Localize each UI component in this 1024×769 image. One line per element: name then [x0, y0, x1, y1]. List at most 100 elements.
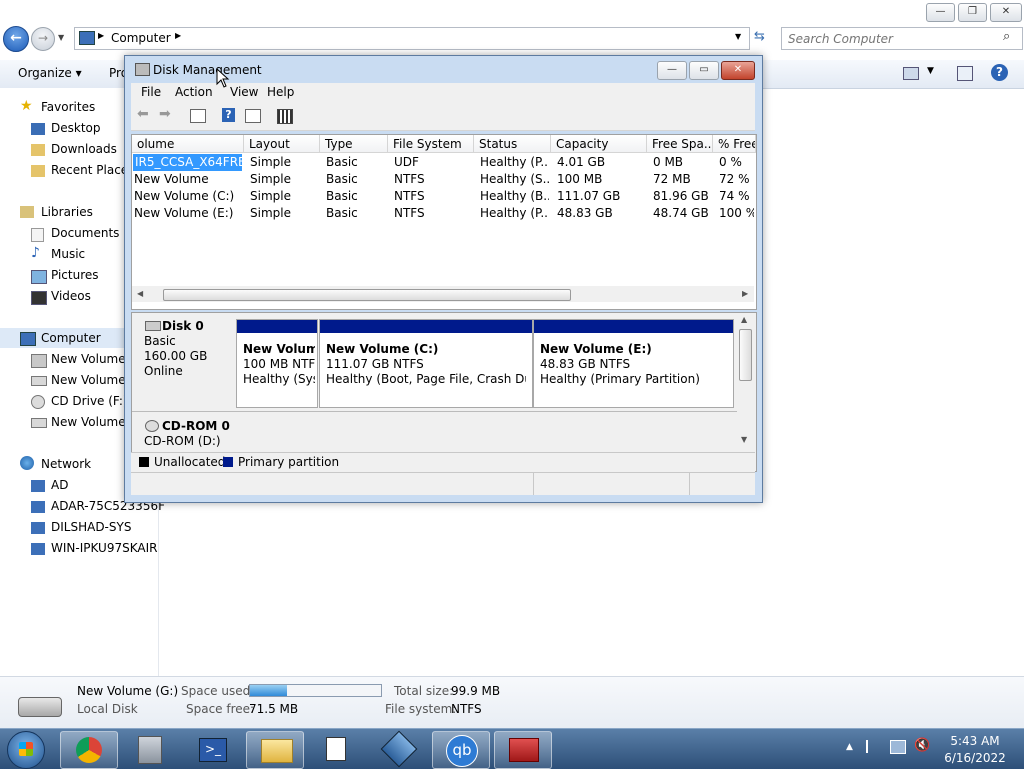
partition-status: Healthy (Primary Partition) — [540, 372, 700, 386]
help-icon[interactable]: ? — [222, 108, 235, 122]
taskbar-server-manager[interactable] — [122, 731, 178, 767]
nav-libraries[interactable]: Libraries — [41, 205, 93, 219]
nav-recent-places[interactable]: Recent Places — [51, 163, 134, 177]
volume-muted-icon[interactable]: 🔇 — [914, 738, 930, 753]
horizontal-scroll-thumb[interactable] — [163, 289, 571, 301]
table-row[interactable]: IR5_CCSA_X64FRE... Simple Basic UDF Healthy … — [132, 154, 754, 171]
start-button[interactable] — [7, 731, 45, 769]
recent-pages-dropdown[interactable]: ▼ — [58, 33, 64, 42]
table-row[interactable]: New Volume Simple Basic NTFS Healthy (S... 10… — [132, 171, 754, 188]
disk-management-window[interactable]: Disk Management — ▭ ✕ File Action View H… — [124, 55, 763, 503]
help-icon[interactable]: ? — [991, 64, 1008, 81]
show-hidden-icons[interactable]: ▲ — [846, 742, 853, 752]
document-icon — [326, 737, 346, 761]
view-dropdown[interactable]: ▼ — [927, 66, 934, 76]
breadcrumb-arrow-icon[interactable]: ▶ — [98, 31, 104, 40]
show-hide-console-tree-icon[interactable] — [190, 109, 206, 123]
maximize-button[interactable]: ❐ — [958, 3, 987, 22]
col-volume[interactable]: olume — [132, 135, 244, 153]
space-free-label: Space free: — [186, 702, 255, 716]
nav-network[interactable]: Network — [41, 457, 91, 471]
nav-videos[interactable]: Videos — [51, 289, 91, 303]
taskbar-powershell[interactable]: >_ — [184, 731, 240, 767]
table-cell: 48.83 GB — [557, 206, 613, 220]
address-dropdown[interactable]: ▼ — [735, 32, 741, 41]
search-icon[interactable]: ⌕ — [1003, 29, 1010, 44]
partition-system-reserved[interactable]: New Volume 100 MB NTFS Healthy (Syst — [236, 319, 318, 408]
nav-computer[interactable]: Computer — [41, 331, 101, 345]
table-cell: 72 MB — [653, 172, 691, 186]
menu-help[interactable]: Help — [267, 85, 294, 99]
forward-arrow-icon[interactable]: ➡ — [159, 106, 175, 122]
forward-button[interactable]: → — [31, 27, 55, 51]
nav-documents[interactable]: Documents — [51, 226, 119, 240]
taskbar-virtualbox[interactable] — [370, 730, 426, 768]
table-row[interactable]: New Volume (C:) Simple Basic NTFS Healthy (B… — [132, 188, 754, 205]
taskbar-qbittorrent[interactable]: qb — [432, 731, 490, 769]
nav-network-win[interactable]: WIN-IPKU97SKAIR — [51, 541, 157, 555]
organize-button[interactable]: Organize ▾ — [18, 66, 82, 80]
col-layout[interactable]: Layout — [244, 135, 320, 153]
search-box[interactable]: ⌕ — [781, 27, 1023, 50]
col-capacity[interactable]: Capacity — [551, 135, 647, 153]
col-status[interactable]: Status — [474, 135, 551, 153]
nav-cd-drive[interactable]: CD Drive (F:) I — [51, 394, 135, 408]
nav-favorites[interactable]: Favorites — [41, 100, 95, 114]
network-tray-icon[interactable] — [890, 740, 906, 754]
minimize-button[interactable]: — — [926, 3, 955, 22]
disk-graphical-view: Disk 0 Basic 160.00 GB Online New Volume… — [131, 312, 757, 472]
partition-c[interactable]: New Volume (C:) 111.07 GB NTFS Healthy (… — [319, 319, 533, 408]
col-file-system[interactable]: File System — [388, 135, 474, 153]
menu-action[interactable]: Action — [175, 85, 213, 99]
nav-network-ad[interactable]: AD — [51, 478, 68, 492]
breadcrumb-computer[interactable]: Computer — [111, 31, 171, 45]
refresh-icon[interactable]: ⇆ — [754, 29, 765, 44]
dm-close-button[interactable]: ✕ — [721, 61, 755, 80]
dm-maximize-button[interactable]: ▭ — [689, 61, 719, 80]
scroll-right-arrow[interactable]: ▶ — [742, 289, 748, 298]
action-center-flag-icon[interactable] — [866, 740, 880, 753]
nav-music[interactable]: Music — [51, 247, 85, 261]
nav-downloads[interactable]: Downloads — [51, 142, 117, 156]
scroll-left-arrow[interactable]: ◀ — [137, 289, 143, 298]
properties-pane-icon[interactable] — [245, 109, 261, 123]
nav-pictures[interactable]: Pictures — [51, 268, 99, 282]
nav-new-volume-1[interactable]: New Volume — [51, 352, 126, 366]
scroll-up-arrow[interactable]: ▲ — [741, 315, 747, 324]
dm-minimize-button[interactable]: — — [657, 61, 687, 80]
nav-new-volume-2[interactable]: New Volume — [51, 373, 126, 387]
partition-e[interactable]: New Volume (E:) 48.83 GB NTFS Healthy (P… — [533, 319, 734, 408]
col-free-space[interactable]: Free Spa... — [647, 135, 713, 153]
desktop-icon — [31, 123, 45, 135]
taskbar-chrome[interactable] — [60, 731, 118, 769]
taskbar-computer-management[interactable] — [494, 731, 552, 769]
horizontal-scrollbar[interactable]: ◀ ▶ — [132, 286, 754, 302]
taskbar-file[interactable] — [308, 731, 364, 767]
preview-pane-icon[interactable] — [957, 66, 973, 81]
back-arrow-icon[interactable]: ⬅ — [137, 106, 153, 122]
clock-date[interactable]: 6/16/2022 — [940, 751, 1010, 765]
vertical-scrollbar[interactable]: ▲ ▼ — [737, 313, 754, 449]
back-button[interactable]: ← — [3, 26, 29, 52]
table-cell: NTFS — [394, 206, 425, 220]
scroll-down-arrow[interactable]: ▼ — [741, 435, 747, 444]
menu-view[interactable]: View — [230, 85, 258, 99]
partition-status: Healthy (Boot, Page File, Crash Dump — [326, 372, 526, 386]
taskbar-explorer[interactable] — [246, 731, 304, 769]
table-row[interactable]: New Volume (E:) Simple Basic NTFS Healthy (P… — [132, 205, 754, 222]
details-drive-name: New Volume (G:) — [77, 684, 179, 698]
nav-desktop[interactable]: Desktop — [51, 121, 101, 135]
address-bar[interactable]: ▶ Computer ▶ ▼ — [74, 27, 750, 50]
disk-settings-icon[interactable] — [277, 109, 293, 124]
breadcrumb-arrow-icon[interactable]: ▶ — [175, 31, 181, 40]
nav-network-dilshad[interactable]: DILSHAD-SYS — [51, 520, 131, 534]
clock-time[interactable]: 5:43 AM — [944, 734, 1006, 748]
menu-file[interactable]: File — [141, 85, 161, 99]
search-input[interactable] — [786, 30, 1000, 47]
close-button[interactable]: ✕ — [990, 3, 1022, 22]
col-percent-free[interactable]: % Free — [713, 135, 756, 153]
nav-new-volume-3[interactable]: New Volume — [51, 415, 126, 429]
vertical-scroll-thumb[interactable] — [739, 329, 752, 381]
col-type[interactable]: Type — [320, 135, 388, 153]
change-view-icon[interactable] — [903, 67, 919, 80]
